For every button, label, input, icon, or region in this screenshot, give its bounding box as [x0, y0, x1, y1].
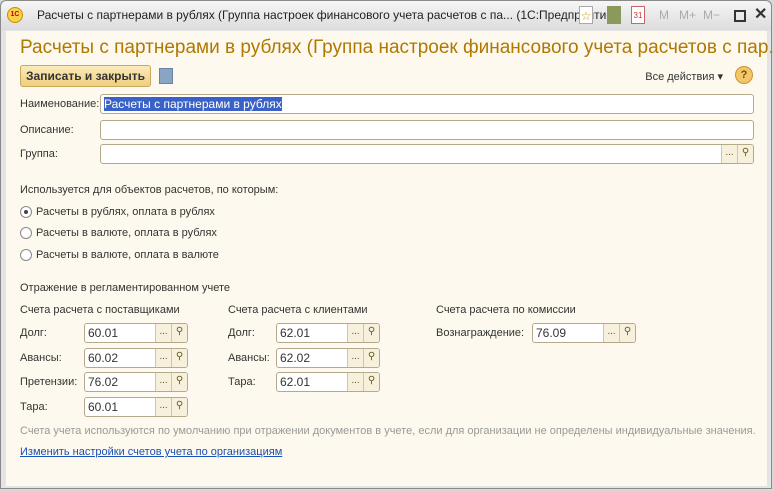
- search-icon[interactable]: ⚲: [171, 373, 187, 392]
- suppliers-row-label: Долг:: [20, 327, 47, 339]
- save-icon[interactable]: [159, 68, 173, 84]
- suppliers-header: Счета расчета с поставщиками: [20, 304, 180, 316]
- name-value: Расчеты с партнерами в рублях: [104, 97, 282, 111]
- select-button[interactable]: ...: [347, 348, 363, 367]
- search-icon[interactable]: ⚲: [171, 398, 187, 417]
- group-input[interactable]: ... ⚲: [100, 144, 754, 164]
- account-value: 76.02: [88, 375, 119, 390]
- suppliers-account-input[interactable]: 76.02 ... ⚲: [84, 372, 188, 393]
- suppliers-account-input[interactable]: 60.02 ... ⚲: [84, 347, 188, 368]
- suppliers-row-label: Тара:: [20, 401, 48, 414]
- maximize-icon[interactable]: [734, 10, 746, 22]
- memory-m-button[interactable]: М: [659, 6, 669, 24]
- radio-label[interactable]: Расчеты в валюте, оплата в рублях: [36, 227, 217, 239]
- select-button[interactable]: ...: [721, 145, 737, 163]
- reg-accounting-label: Отражение в регламентированном учете: [20, 282, 231, 294]
- select-button[interactable]: ...: [155, 398, 171, 417]
- account-value: 60.01: [88, 400, 119, 415]
- description-label: Описание:: [20, 124, 74, 136]
- select-button[interactable]: ...: [155, 348, 171, 367]
- select-button[interactable]: ...: [155, 373, 171, 392]
- account-value: 62.01: [280, 326, 311, 340]
- commission-account-input[interactable]: 76.09 ... ⚲: [532, 323, 636, 343]
- suppliers-account-input[interactable]: 60.01 ... ⚲: [84, 323, 188, 343]
- radio-cur-cur[interactable]: [20, 249, 32, 261]
- close-icon[interactable]: ✕: [754, 6, 767, 24]
- favorite-icon[interactable]: ☆: [579, 6, 593, 24]
- radio-cur-rub[interactable]: [20, 227, 32, 239]
- used-for-label: Используется для объектов расчетов, по к…: [20, 184, 279, 196]
- search-icon[interactable]: ⚲: [737, 145, 753, 163]
- commission-header: Счета расчета по комиссии: [436, 304, 576, 316]
- account-value: 60.01: [88, 326, 119, 340]
- search-icon[interactable]: ⚲: [171, 348, 187, 367]
- calculator-icon[interactable]: [607, 6, 621, 24]
- radio-rub-rub[interactable]: [20, 206, 32, 218]
- search-icon[interactable]: ⚲: [619, 324, 635, 342]
- group-label: Группа:: [20, 148, 58, 160]
- select-button[interactable]: ...: [603, 324, 619, 342]
- suppliers-row-label: Претензии:: [20, 376, 78, 389]
- search-icon[interactable]: ⚲: [363, 373, 379, 392]
- 1c-logo-icon: 1С: [7, 7, 23, 23]
- title-bar: 1С Расчеты с партнерами в рублях (Группа…: [1, 1, 771, 30]
- page-title: Расчеты с партнерами в рублях (Группа на…: [20, 37, 774, 58]
- clients-account-input[interactable]: 62.01 ... ⚲: [276, 323, 380, 343]
- suppliers-account-input[interactable]: 60.01 ... ⚲: [84, 397, 188, 418]
- search-icon[interactable]: ⚲: [171, 324, 187, 342]
- change-settings-link[interactable]: Изменить настройки счетов учета по орган…: [20, 446, 282, 458]
- account-value: 60.02: [88, 350, 119, 365]
- help-icon[interactable]: ?: [735, 66, 753, 84]
- account-value: 76.09: [536, 326, 567, 340]
- name-label: Наименование:: [20, 98, 100, 110]
- clients-account-input[interactable]: 62.01 ... ⚲: [276, 372, 380, 393]
- memory-minus-button[interactable]: М−: [703, 6, 720, 24]
- clients-account-input[interactable]: 62.02 ... ⚲: [276, 347, 380, 368]
- window: 1С Расчеты с партнерами в рублях (Группа…: [0, 0, 774, 489]
- note-text: Счета учета используются по умолчанию пр…: [20, 425, 756, 437]
- clients-row-label: Долг:: [228, 327, 255, 339]
- memory-plus-button[interactable]: М+: [679, 6, 696, 24]
- form-body: Расчеты с партнерами в рублях (Группа на…: [6, 31, 774, 486]
- clients-header: Счета расчета с клиентами: [228, 304, 368, 316]
- save-and-close-button[interactable]: Записать и закрыть: [20, 65, 151, 87]
- radio-label[interactable]: Расчеты в рублях, оплата в рублях: [36, 206, 215, 218]
- search-icon[interactable]: ⚲: [363, 348, 379, 367]
- radio-label[interactable]: Расчеты в валюте, оплата в валюте: [36, 249, 219, 261]
- window-title: Расчеты с партнерами в рублях (Группа на…: [37, 8, 617, 22]
- account-value: 62.02: [280, 350, 311, 365]
- select-button[interactable]: ...: [155, 324, 171, 342]
- all-actions-menu[interactable]: Все действия ▾: [645, 70, 723, 83]
- calendar-icon[interactable]: 31: [631, 6, 645, 24]
- search-icon[interactable]: ⚲: [363, 324, 379, 342]
- select-button[interactable]: ...: [347, 373, 363, 392]
- commission-row-label: Вознаграждение:: [436, 327, 525, 339]
- select-button[interactable]: ...: [347, 324, 363, 342]
- clients-row-label: Авансы:: [228, 351, 270, 364]
- suppliers-row-label: Авансы:: [20, 351, 62, 364]
- clients-row-label: Тара:: [228, 376, 256, 389]
- description-input[interactable]: [100, 120, 754, 140]
- name-input[interactable]: Расчеты с партнерами в рублях: [100, 94, 754, 114]
- account-value: 62.01: [280, 375, 311, 390]
